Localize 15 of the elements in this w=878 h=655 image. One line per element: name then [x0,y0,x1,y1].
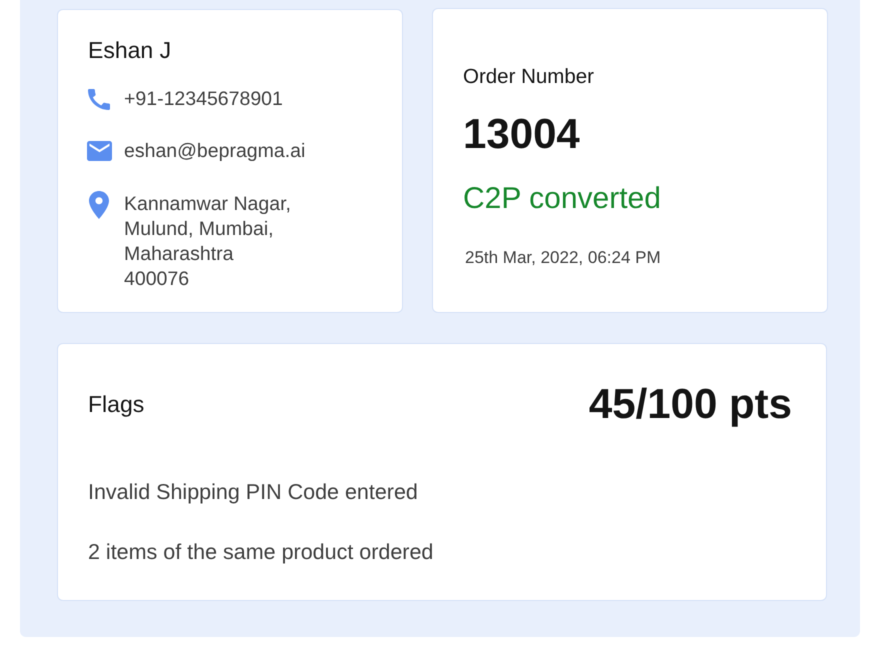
order-date: 25th Mar, 2022, 06:24 PM [465,247,661,269]
order-number-label: Order Number [463,64,594,90]
customer-name: Eshan J [88,36,172,65]
phone-number: +91-12345678901 [124,87,283,112]
order-number: 13004 [463,110,580,158]
phone-icon [88,89,110,110]
order-status: C2P converted [463,181,661,217]
flag-reason: Invalid Shipping PIN Code entered [88,478,419,506]
location-pin-icon [89,190,109,219]
postal-address: Kannamwar Nagar, Mulund, Mumbai, Maharashtra 400076 [124,192,291,292]
flag-reason: 2 items of the same product ordered [88,538,434,566]
envelope-icon [87,141,112,162]
email-address: eshan@bepragma.ai [124,139,306,164]
flag-score: 45/100 pts [588,380,792,428]
flags-title: Flags [88,390,144,419]
